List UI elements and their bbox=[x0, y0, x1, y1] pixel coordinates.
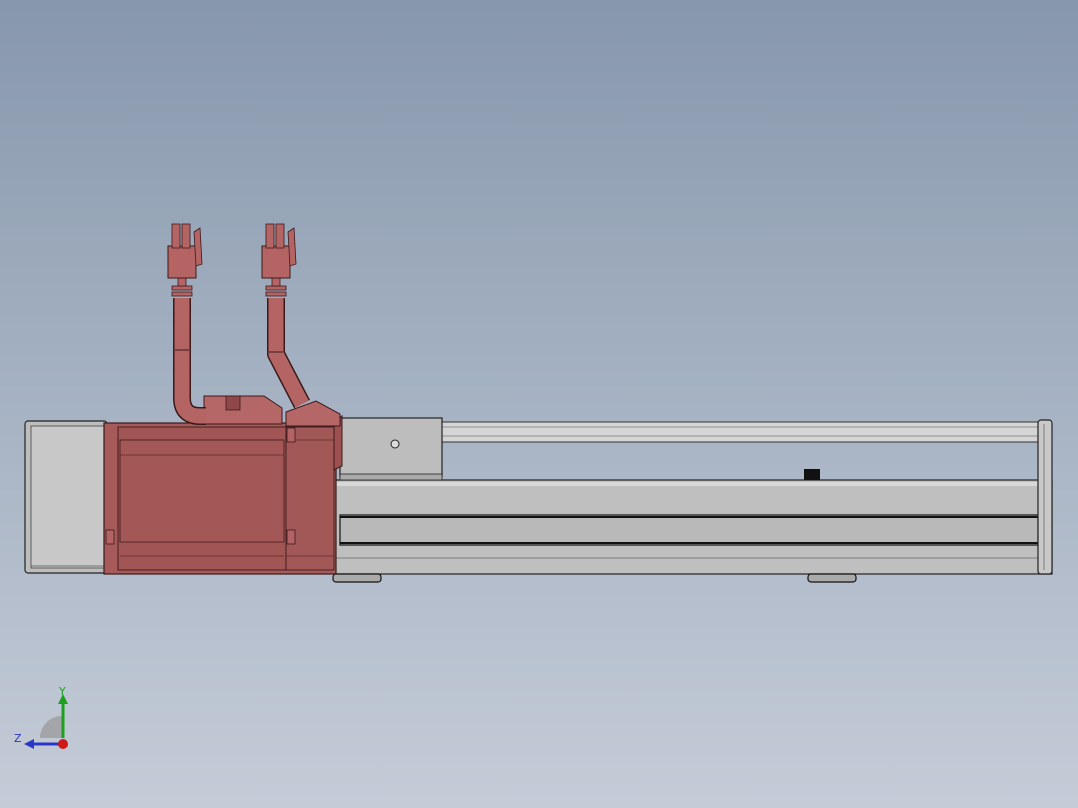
carriage bbox=[339, 417, 443, 481]
servo-motor bbox=[103, 395, 343, 575]
cable-1 bbox=[167, 223, 206, 425]
z-arrow-head-icon bbox=[24, 739, 34, 749]
x-axis-dot-icon bbox=[58, 739, 68, 749]
cad-viewport[interactable]: Y Z bbox=[0, 0, 1078, 808]
triad-z-label: Z bbox=[14, 732, 22, 745]
rail-body bbox=[334, 469, 1053, 575]
left-end-cap bbox=[24, 420, 108, 574]
linear-actuator-model[interactable] bbox=[0, 0, 1078, 808]
triad-plane-icon bbox=[40, 716, 62, 738]
mounting-feet bbox=[332, 573, 857, 583]
orientation-triad[interactable]: Y Z bbox=[10, 686, 80, 756]
cable-2 bbox=[261, 223, 310, 409]
triad-y-label: Y bbox=[58, 686, 66, 698]
